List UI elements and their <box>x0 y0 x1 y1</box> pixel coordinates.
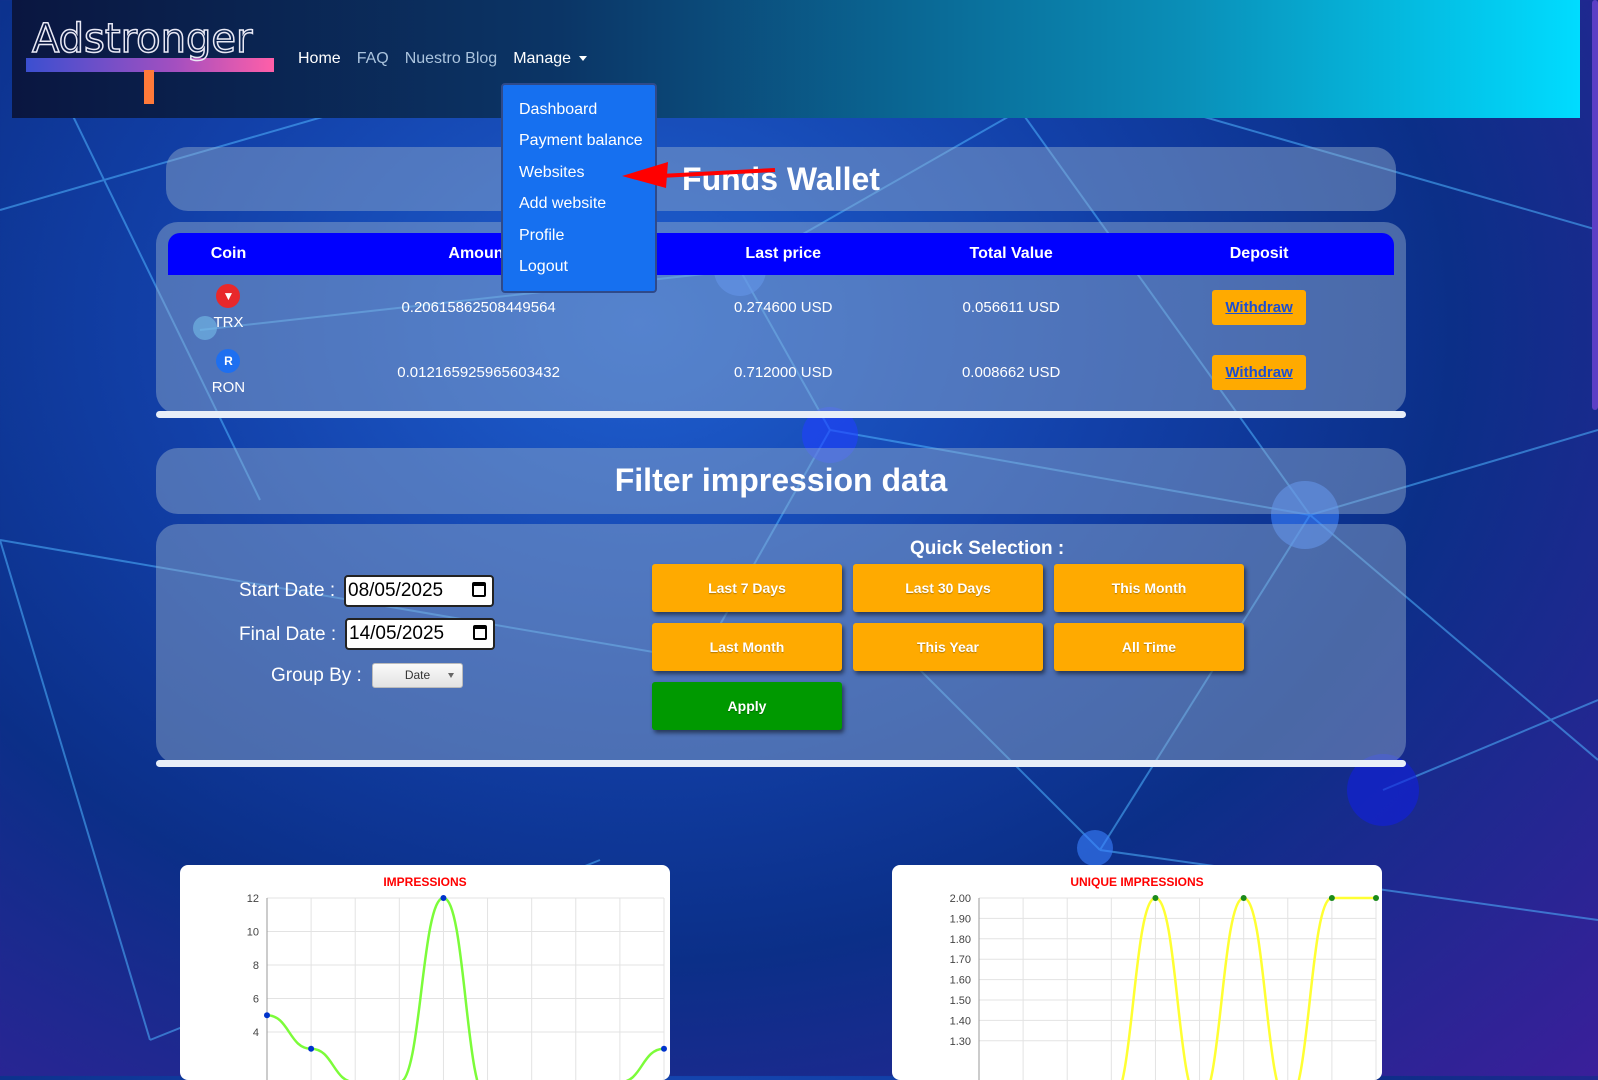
filter-panel-divider <box>156 760 1406 767</box>
series-line <box>1121 896 1376 1080</box>
filter-title-panel: Filter impression data <box>156 448 1406 514</box>
group-by-label: Group By : <box>271 665 362 686</box>
apply-button[interactable]: Apply <box>652 682 842 730</box>
data-point[interactable] <box>1373 895 1379 901</box>
y-tick-label: 6 <box>253 994 259 1006</box>
coin-symbol: TRX <box>213 314 244 331</box>
data-point[interactable] <box>440 895 447 901</box>
wallet-table: Coin Amount Last price Total Value Depos… <box>168 233 1394 405</box>
col-header-last-price: Last price <box>668 233 899 275</box>
y-tick-label: 12 <box>247 893 259 905</box>
unique-impressions-chart: 2.00 1.90 1.80 1.70 1.60 1.50 1.40 1.30 <box>950 893 1379 1080</box>
dropdown-item-add-website[interactable]: Add website <box>503 188 655 219</box>
table-row: R RON 0.012165925965603432 0.712000 USD 0… <box>168 340 1394 405</box>
adstronger-logo[interactable]: Adstronger <box>26 10 274 105</box>
y-tick-label: 1.40 <box>950 1015 971 1027</box>
top-navbar: Adstronger Home FAQ Nuestro Blog Manage <box>12 0 1580 118</box>
coin-total-value: 0.008662 USD <box>961 364 1061 381</box>
y-tick-label: 4 <box>253 1027 259 1039</box>
nav-manage-dropdown-toggle[interactable]: Manage <box>513 50 588 68</box>
data-point[interactable] <box>1240 895 1247 901</box>
y-tick-label: 1.80 <box>950 934 971 946</box>
quick-selection-title: Quick Selection : <box>910 538 1065 559</box>
data-point[interactable] <box>1152 895 1159 901</box>
wallet-panel-divider <box>156 411 1406 418</box>
dropdown-item-dashboard[interactable]: Dashboard <box>503 94 655 125</box>
wallet-title-panel: Funds Wallet <box>166 147 1396 211</box>
withdraw-button[interactable]: Withdraw <box>1212 290 1306 325</box>
final-date-value: 14/05/2025 <box>349 623 445 644</box>
last-7-days-button[interactable]: Last 7 Days <box>652 564 842 612</box>
nav-manage-label: Manage <box>513 50 572 67</box>
group-by-select[interactable]: Date <box>372 663 463 688</box>
coin-last-price: 0.712000 USD <box>734 364 833 381</box>
impressions-chart: 12 10 8 6 4 <box>247 893 667 1080</box>
this-year-button[interactable]: This Year <box>853 623 1043 671</box>
y-tick-label: 1.60 <box>950 975 971 987</box>
coin-symbol: RON <box>211 379 246 396</box>
chevron-down-icon <box>448 673 454 678</box>
final-date-input[interactable]: 14/05/2025 <box>345 618 495 650</box>
unique-impressions-chart-card: UNIQUE IMPRESSIONS 2.00 1.90 1.80 1.70 1.60 1… <box>892 865 1382 1080</box>
dropdown-item-logout[interactable]: Logout <box>503 251 655 282</box>
data-point[interactable] <box>264 1012 270 1019</box>
dropdown-item-profile[interactable]: Profile <box>503 220 655 251</box>
data-point[interactable] <box>308 1045 315 1052</box>
y-tick-label: 1.50 <box>950 995 971 1007</box>
calendar-icon[interactable] <box>473 625 487 640</box>
y-tick-label: 8 <box>253 960 259 972</box>
wallet-title: Funds Wallet <box>682 161 880 197</box>
red-arrow-annotation <box>622 162 776 188</box>
withdraw-button[interactable]: Withdraw <box>1212 355 1306 390</box>
all-time-button[interactable]: All Time <box>1054 623 1244 671</box>
filter-title: Filter impression data <box>614 462 948 498</box>
series-line <box>266 896 665 1080</box>
dropdown-item-payment-balance[interactable]: Payment balance <box>503 125 655 156</box>
y-tick-label: 1.30 <box>950 1036 971 1048</box>
start-date-label: Start Date : <box>239 580 336 601</box>
nav-faq-link[interactable]: FAQ <box>357 50 389 68</box>
y-tick-label: 1.70 <box>950 954 971 966</box>
col-header-total-value: Total Value <box>898 233 1125 275</box>
y-tick-label: 1.90 <box>950 913 971 925</box>
calendar-icon[interactable] <box>472 582 486 597</box>
group-by-value: Date <box>404 668 431 682</box>
y-tick-label: 10 <box>247 927 259 939</box>
final-date-label: Final Date : <box>239 624 337 645</box>
table-row: ▼ TRX 0.20615862508449564 0.274600 USD 0.… <box>168 275 1394 340</box>
nav-blog-link[interactable]: Nuestro Blog <box>405 50 498 68</box>
coin-last-price: 0.274600 USD <box>734 299 833 316</box>
last-month-button[interactable]: Last Month <box>652 623 842 671</box>
coin-total-value: 0.056611 USD <box>962 299 1060 316</box>
start-date-value: 08/05/2025 <box>348 580 444 601</box>
data-point[interactable] <box>661 1045 667 1052</box>
page-scrollbar[interactable] <box>1592 0 1598 410</box>
col-header-deposit: Deposit <box>1124 233 1394 275</box>
last-30-days-button[interactable]: Last 30 Days <box>853 564 1043 612</box>
svg-text:Adstronger: Adstronger <box>32 16 253 62</box>
this-month-button[interactable]: This Month <box>1054 564 1244 612</box>
chevron-down-icon <box>579 56 588 62</box>
col-header-coin: Coin <box>168 233 289 275</box>
coin-amount: 0.012165925965603432 <box>397 364 560 381</box>
start-date-input[interactable]: 08/05/2025 <box>344 575 494 607</box>
tron-icon: ▼ <box>216 284 241 308</box>
nav-home-link[interactable]: Home <box>298 50 341 68</box>
impressions-chart-card: IMPRESSIONS 12 10 8 6 4 <box>180 865 670 1080</box>
data-point[interactable] <box>1328 895 1335 901</box>
ronin-icon: R <box>216 349 241 373</box>
y-tick-label: 2.00 <box>950 893 971 905</box>
